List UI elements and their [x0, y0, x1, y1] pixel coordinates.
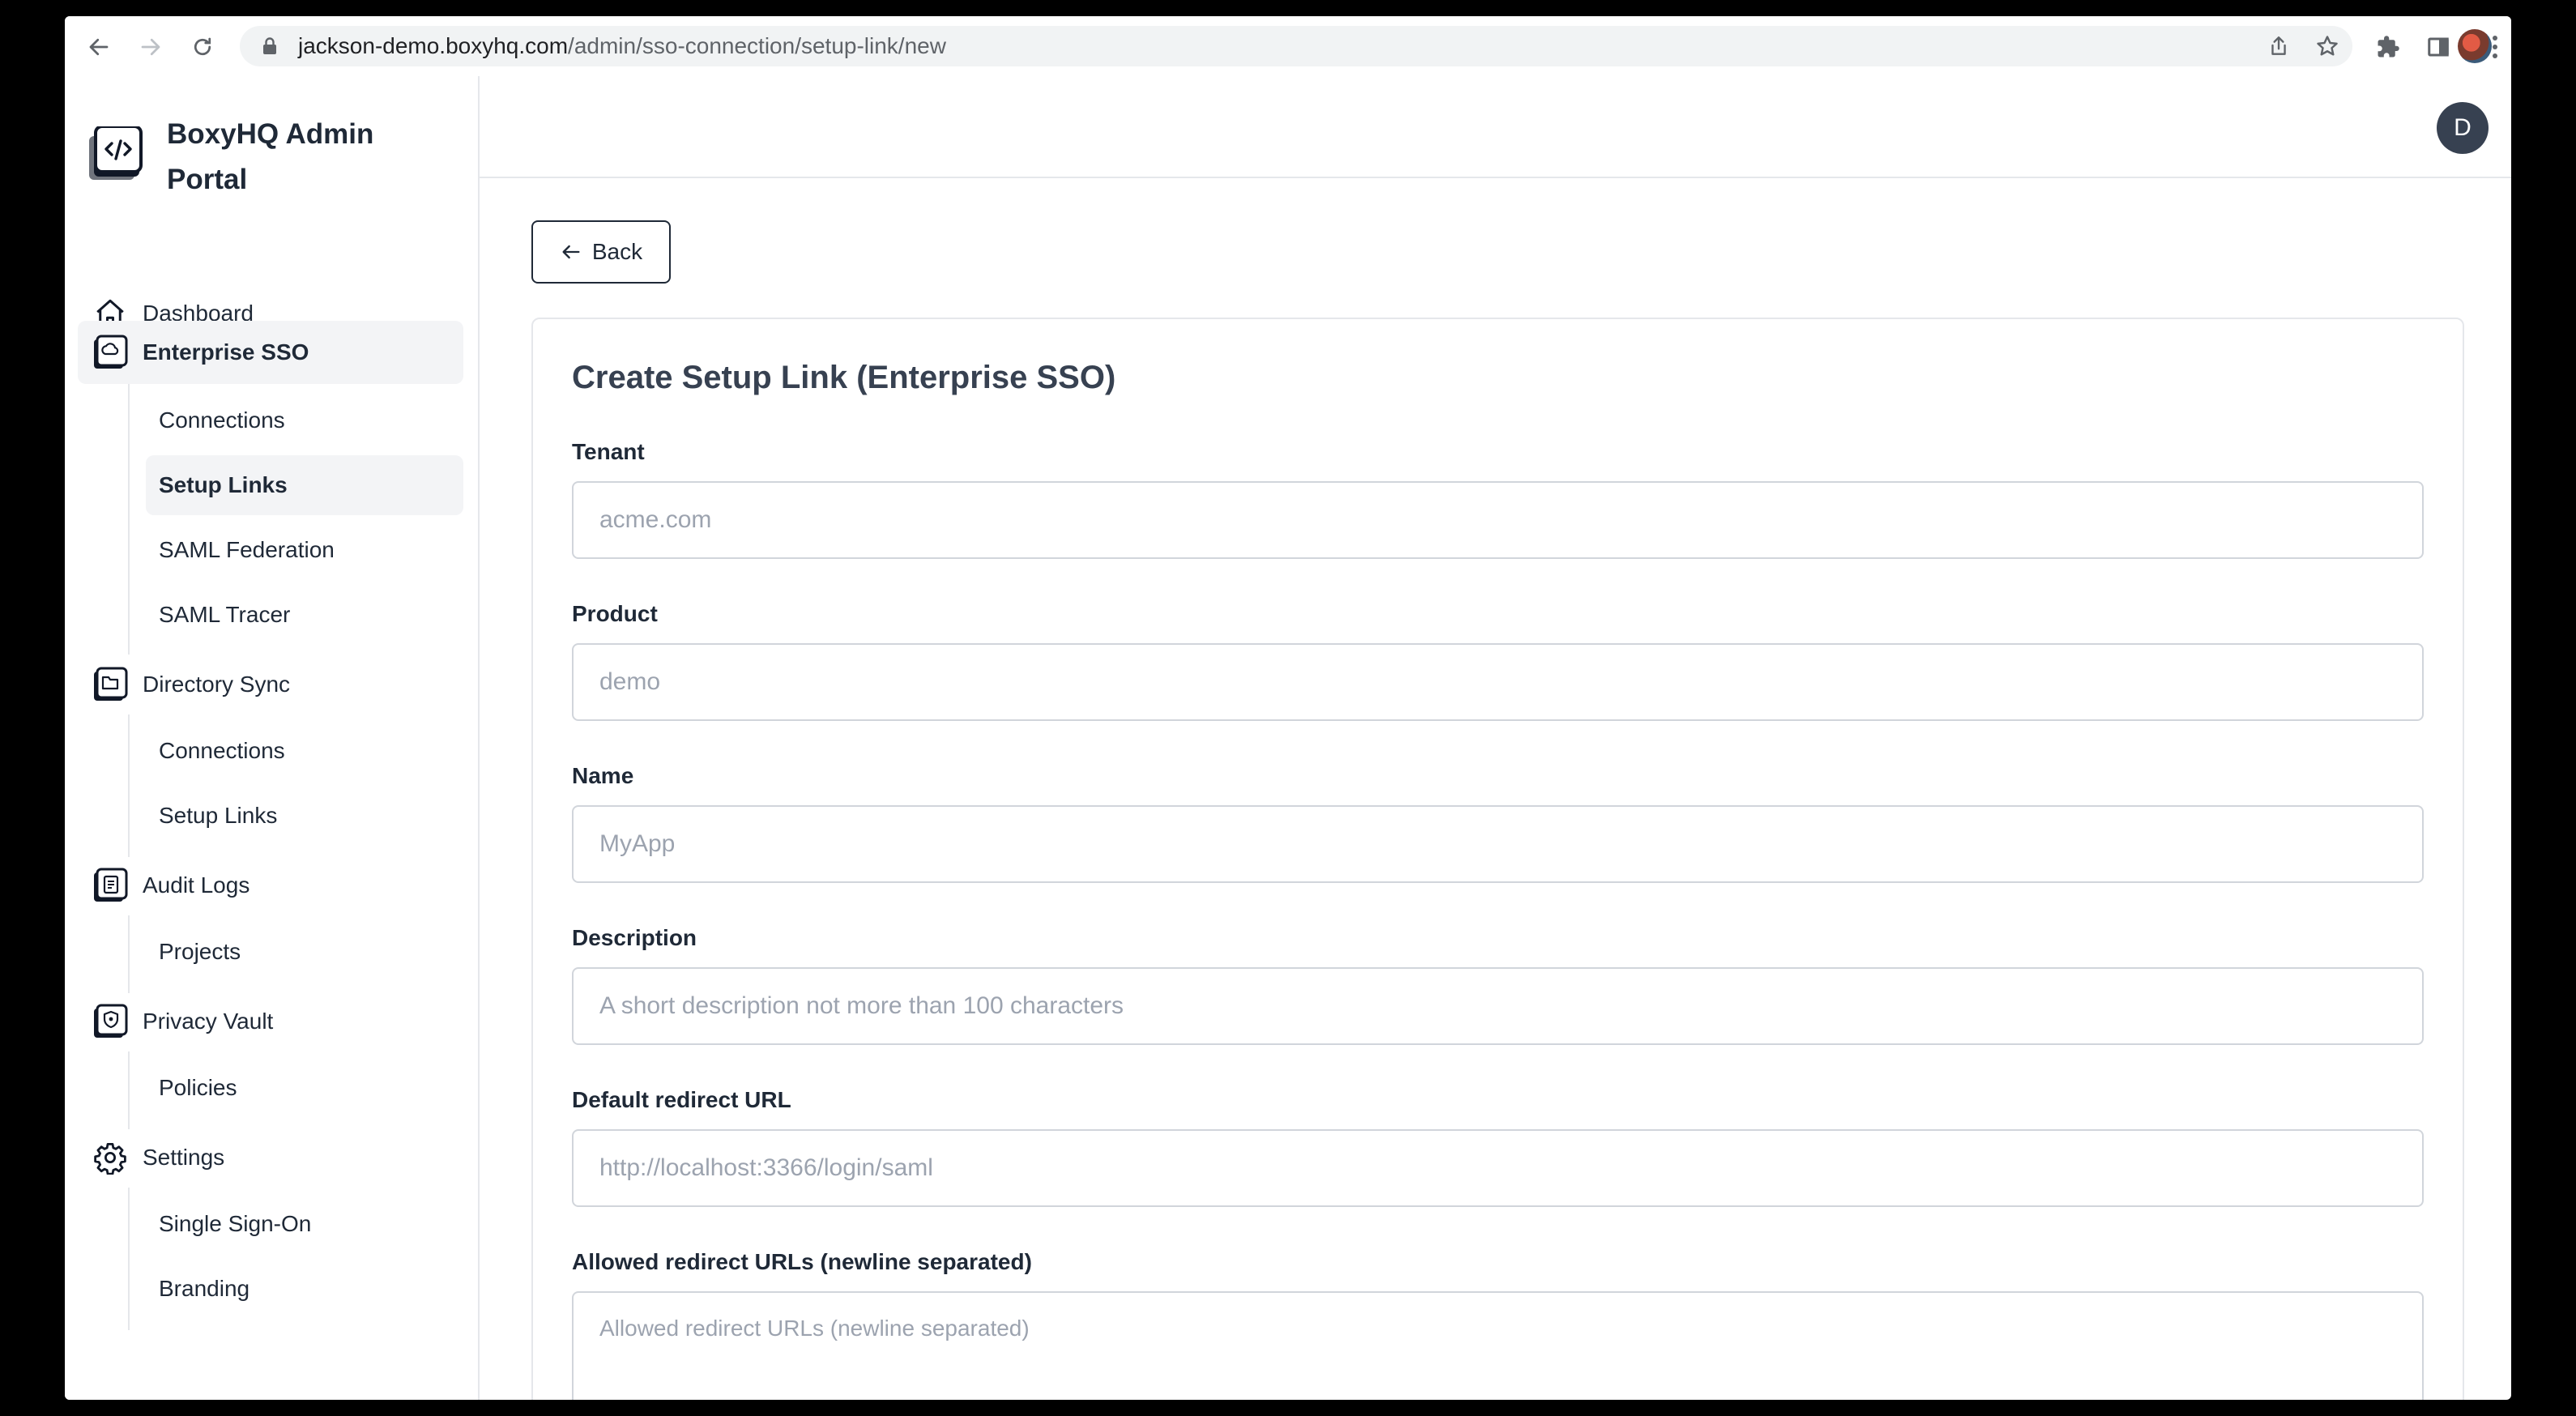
description-input[interactable]: [572, 967, 2424, 1045]
arrow-left-icon: [560, 240, 584, 264]
privacy-vault-submenu: Policies: [128, 1051, 237, 1129]
sidebar-subitem-saml-federation[interactable]: SAML Federation: [146, 520, 463, 580]
sidebar-item-label: Directory Sync: [143, 672, 291, 697]
page-title: Create Setup Link (Enterprise SSO): [572, 360, 1116, 395]
sidebar: BoxyHQ Admin Portal Dashboard Enterprise…: [65, 76, 480, 1400]
user-avatar[interactable]: D: [2437, 102, 2489, 154]
name-label: Name: [572, 763, 634, 788]
extensions-icon[interactable]: [2372, 31, 2404, 63]
back-button-label: Back: [591, 239, 643, 264]
browser-menu-icon[interactable]: [2487, 31, 2503, 63]
sidebar-subitem-label: Projects: [159, 939, 241, 964]
product-input[interactable]: [572, 643, 2424, 721]
sidebar-item-privacy-vault[interactable]: Privacy Vault: [78, 990, 463, 1053]
url-path: /admin/sso-connection/setup-link/new: [568, 33, 946, 58]
default-redirect-url-label: Default redirect URL: [572, 1087, 791, 1112]
sidebar-subitem-label: Branding: [159, 1276, 250, 1301]
enterprise-sso-icon: [92, 335, 128, 370]
back-arrow-icon[interactable]: [81, 29, 117, 65]
sidebar-subitem-label: SAML Tracer: [159, 602, 291, 627]
share-icon[interactable]: [2267, 34, 2291, 58]
top-bar: D: [480, 76, 2511, 178]
reload-icon[interactable]: [185, 29, 220, 65]
sidebar-subitem-projects[interactable]: Projects: [146, 922, 463, 982]
sidebar-subitem-label: SAML Federation: [159, 537, 335, 562]
name-input[interactable]: [572, 805, 2424, 883]
url-text: jackson-demo.boxyhq.com/admin/sso-connec…: [298, 33, 946, 59]
sidebar-item-label: Privacy Vault: [143, 1009, 274, 1034]
boxyhq-logo-icon: [89, 126, 143, 180]
sidebar-subitem-label: Policies: [159, 1075, 237, 1100]
allowed-redirect-urls-textarea[interactable]: [572, 1291, 2424, 1400]
browser-toolbar: jackson-demo.boxyhq.com/admin/sso-connec…: [65, 16, 2511, 78]
browser-window: jackson-demo.boxyhq.com/admin/sso-connec…: [65, 16, 2511, 1400]
sidebar-subitem-label: Setup Links: [159, 472, 288, 497]
sidebar-subitem-single-sign-on[interactable]: Single Sign-On: [146, 1194, 463, 1254]
privacy-vault-icon: [92, 1004, 128, 1039]
directory-sync-icon: [92, 667, 128, 702]
audit-logs-submenu: Projects: [128, 915, 241, 993]
audit-logs-icon: [92, 868, 128, 903]
address-bar[interactable]: jackson-demo.boxyhq.com/admin/sso-connec…: [240, 26, 2352, 66]
default-redirect-url-input[interactable]: [572, 1129, 2424, 1207]
sidebar-subitem-label: Setup Links: [159, 803, 278, 828]
lock-icon: [262, 37, 280, 55]
side-panel-icon[interactable]: [2422, 31, 2454, 63]
forward-arrow-icon[interactable]: [133, 29, 168, 65]
gear-icon: [92, 1140, 128, 1175]
sidebar-item-enterprise-sso[interactable]: Enterprise SSO: [78, 321, 463, 384]
tenant-label: Tenant: [572, 439, 645, 464]
sidebar-subitem-branding[interactable]: Branding: [146, 1259, 463, 1319]
sidebar-subitem-label: Connections: [159, 407, 285, 433]
sidebar-item-settings[interactable]: Settings: [78, 1126, 463, 1189]
brand-title: BoxyHQ Admin Portal: [167, 118, 374, 195]
settings-submenu: Single Sign-On Branding: [128, 1188, 311, 1330]
tenant-input[interactable]: [572, 481, 2424, 559]
sidebar-item-label: Audit Logs: [143, 872, 250, 898]
sidebar-subitem-sso-connections[interactable]: Connections: [146, 390, 463, 450]
sidebar-subitem-saml-tracer[interactable]: SAML Tracer: [146, 585, 463, 645]
back-button[interactable]: Back: [531, 220, 671, 284]
enterprise-sso-submenu: Connections Setup Links SAML Federation …: [128, 384, 463, 655]
brand[interactable]: BoxyHQ Admin Portal: [89, 112, 426, 203]
url-host: jackson-demo.boxyhq.com: [298, 33, 569, 58]
sidebar-subitem-dsync-connections[interactable]: Connections: [146, 721, 463, 781]
product-label: Product: [572, 601, 658, 626]
sidebar-subitem-dsync-setup-links[interactable]: Setup Links: [146, 786, 463, 846]
sidebar-subitem-label: Connections: [159, 738, 285, 763]
sidebar-item-directory-sync[interactable]: Directory Sync: [78, 653, 463, 716]
bookmark-star-icon[interactable]: [2315, 34, 2339, 58]
sidebar-subitem-policies[interactable]: Policies: [146, 1058, 463, 1118]
directory-sync-submenu: Connections Setup Links: [128, 714, 285, 857]
sidebar-item-label: Settings: [143, 1145, 225, 1170]
sidebar-subitem-sso-setup-links[interactable]: Setup Links: [146, 455, 463, 515]
description-label: Description: [572, 925, 697, 950]
sidebar-item-label: Enterprise SSO: [143, 339, 309, 365]
sidebar-subitem-label: Single Sign-On: [159, 1211, 312, 1236]
allowed-redirect-urls-label: Allowed redirect URLs (newline separated…: [572, 1249, 1032, 1274]
sidebar-item-audit-logs[interactable]: Audit Logs: [78, 854, 463, 917]
